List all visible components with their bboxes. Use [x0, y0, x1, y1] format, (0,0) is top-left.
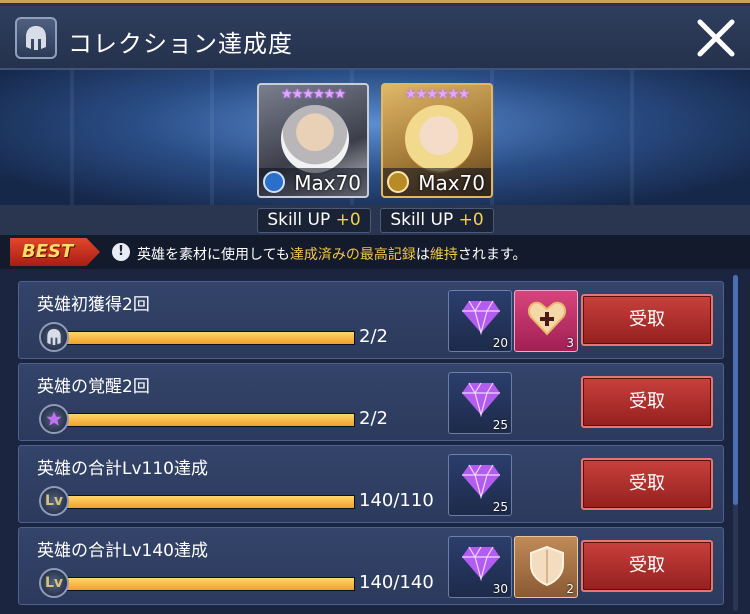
skill-up-value: +0: [458, 210, 484, 230]
skill-up-badge-1: Skill UP +0: [257, 208, 371, 233]
skill-up-label: Skill UP: [390, 210, 459, 230]
lv-icon: Lv: [39, 568, 69, 598]
reward-potion[interactable]: 3: [514, 290, 578, 352]
level-bar: Max70: [383, 168, 491, 196]
gem-icon: [462, 546, 500, 581]
window-header: コレクション達成度: [0, 6, 750, 70]
claim-button[interactable]: 受取: [581, 458, 713, 510]
scrollbar-thumb[interactable]: [733, 275, 738, 505]
progress-fill: [64, 578, 354, 590]
claim-button[interactable]: 受取: [581, 540, 713, 592]
mission-title: 英雄の合計Lv140達成: [37, 541, 208, 561]
progress-text: 2/2: [359, 326, 388, 347]
hero-portrait: [281, 105, 349, 173]
gem-icon: [462, 300, 500, 335]
progress-bar: [63, 577, 355, 591]
hero-portrait: [405, 105, 473, 173]
reward-qty: 30: [492, 582, 508, 596]
shield-class-icon: [263, 171, 285, 193]
lv-icon: Lv: [39, 486, 69, 516]
helmet-icon: [39, 322, 69, 352]
hero-card-1[interactable]: ★★★★★★ Max70: [257, 83, 369, 198]
best-notice-text: 英雄を素材に使用しても達成済みの最高記録は維持されます。: [137, 244, 527, 264]
mission-title: 英雄の覚醒2回: [37, 377, 150, 397]
progress-fill: [64, 332, 354, 344]
star-icon: [39, 404, 69, 434]
star-rating: ★★★★★★: [405, 87, 470, 102]
reward-gem[interactable]: 25: [448, 454, 512, 516]
progress-bar: [63, 331, 355, 345]
close-icon[interactable]: [694, 16, 738, 60]
reward-qty: 3: [566, 336, 574, 350]
hero-showcase: ★★★★★★ Max70 ★★★★★★ Max70: [0, 70, 750, 205]
best-tag: BEST: [10, 238, 100, 266]
mission-row: 英雄の合計Lv110達成 Lv 140/110 25 受取: [18, 445, 724, 523]
notice-highlight: 達成済みの最高記録: [289, 247, 416, 263]
progress-fill: [64, 414, 354, 426]
reward-gem[interactable]: 30: [448, 536, 512, 598]
claim-button[interactable]: 受取: [581, 376, 713, 428]
hero-level: Max70: [294, 171, 361, 195]
notice-highlight: 維持: [429, 247, 458, 263]
reward-qty: 25: [492, 500, 508, 514]
claim-button[interactable]: 受取: [581, 294, 713, 346]
reward-gem[interactable]: 20: [448, 290, 512, 352]
helmet-icon: [15, 17, 57, 59]
hero-level: Max70: [418, 171, 485, 195]
scrollbar[interactable]: [733, 275, 738, 611]
star-rating: ★★★★★★: [281, 87, 346, 102]
shield-icon: [530, 545, 564, 587]
hero-card-2[interactable]: ★★★★★★ Max70: [381, 83, 493, 198]
progress-text: 2/2: [359, 408, 388, 429]
skill-up-value: +0: [335, 210, 361, 230]
progress-bar: [63, 495, 355, 509]
mission-list[interactable]: 英雄初獲得2回 2/2 20 3 受取 英雄の覚醒2回 2/2 25 受取 英雄…: [0, 269, 750, 614]
mission-title: 英雄の合計Lv110達成: [37, 459, 208, 479]
reward-qty: 20: [492, 336, 508, 350]
skill-up-badge-2: Skill UP +0: [380, 208, 494, 233]
reward-qty: 2: [566, 582, 574, 596]
sword-class-icon: [387, 171, 409, 193]
notice-text: 英雄を素材に使用しても: [137, 247, 290, 263]
reward-qty: 25: [492, 418, 508, 432]
mission-title: 英雄初獲得2回: [37, 295, 150, 315]
notice-text: は: [415, 247, 430, 263]
gem-icon: [462, 382, 500, 417]
skill-up-label: Skill UP: [267, 210, 336, 230]
mission-row: 英雄の覚醒2回 2/2 25 受取: [18, 363, 724, 441]
gem-icon: [462, 464, 500, 499]
reward-shield[interactable]: 2: [514, 536, 578, 598]
best-notice: BEST ! 英雄を素材に使用しても達成済みの最高記録は維持されます。: [0, 235, 750, 269]
reward-gem[interactable]: 25: [448, 372, 512, 434]
mission-row: 英雄初獲得2回 2/2 20 3 受取: [18, 281, 724, 359]
progress-bar: [63, 413, 355, 427]
mission-row: 英雄の合計Lv140達成 Lv 140/140 30 2 受取: [18, 527, 724, 605]
progress-text: 140/140: [359, 572, 434, 593]
page-title: コレクション達成度: [68, 30, 293, 58]
background-pillars: [0, 70, 750, 205]
collection-window: コレクション達成度 ★★★★★★ Max70 ★★★★★★ Max70 Skil…: [0, 0, 750, 614]
skill-up-row: Skill UP +0 Skill UP +0: [0, 205, 750, 235]
level-bar: Max70: [259, 168, 367, 196]
notice-text: されます。: [457, 247, 527, 263]
progress-fill: [64, 496, 354, 508]
info-icon: !: [112, 243, 130, 261]
progress-text: 140/110: [359, 490, 434, 511]
heart-cross-icon: [527, 301, 567, 336]
